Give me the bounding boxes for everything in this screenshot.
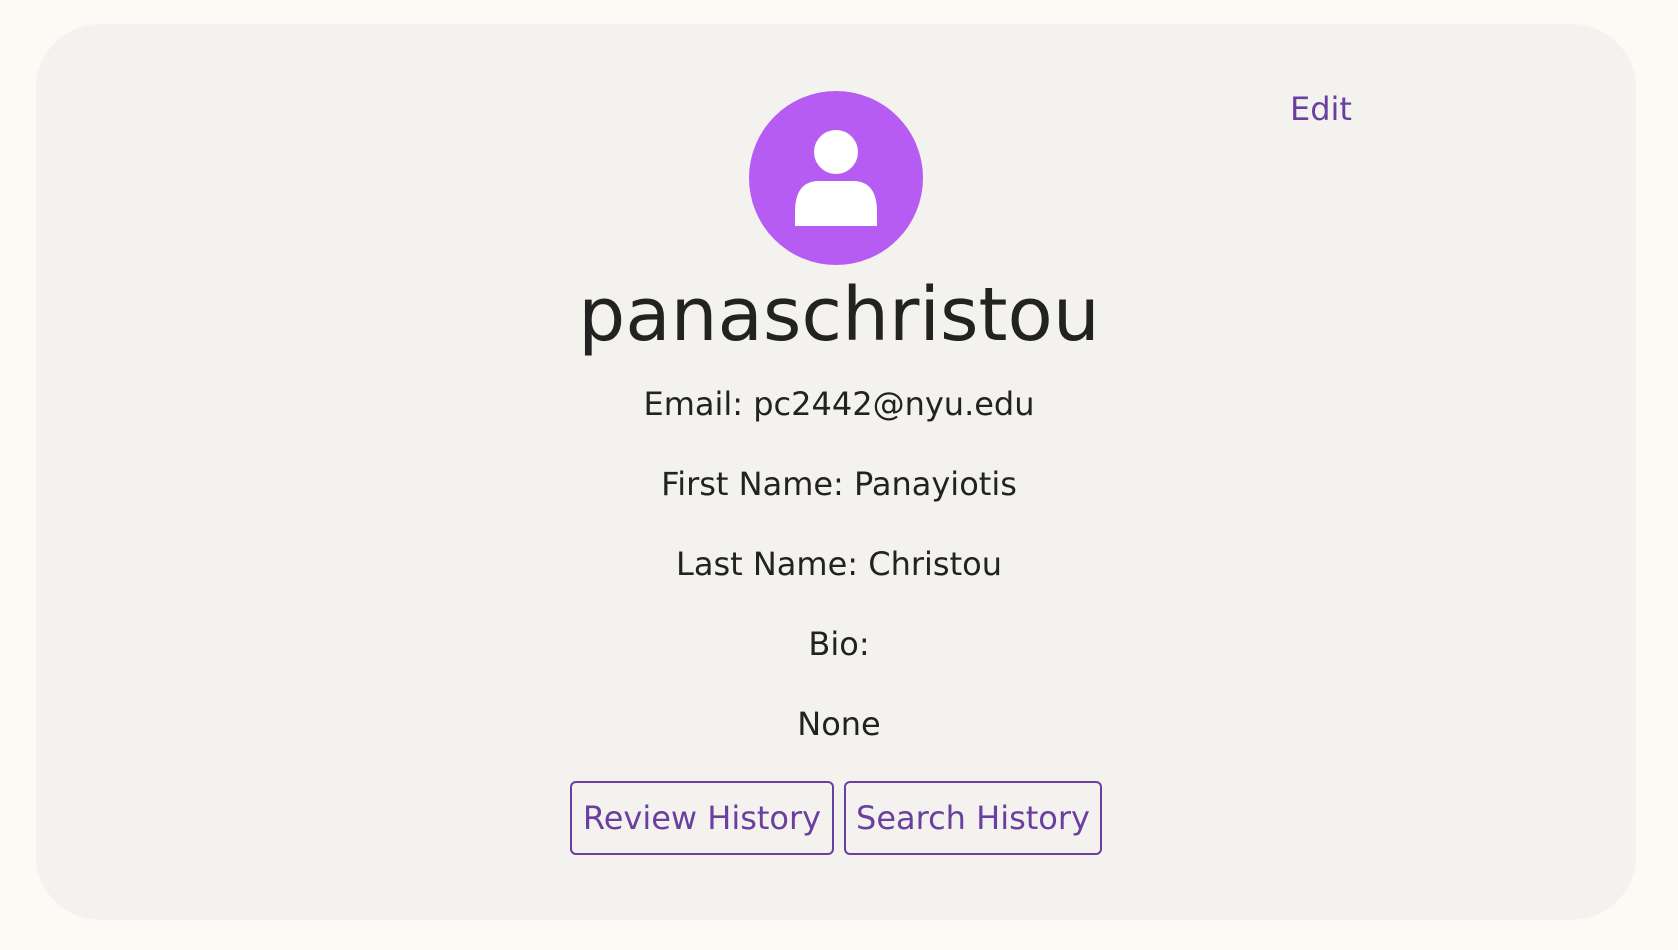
- last-name-line: Last Name: Christou: [676, 545, 1002, 583]
- search-history-button[interactable]: Search History: [844, 781, 1102, 855]
- review-history-button[interactable]: Review History: [570, 781, 834, 855]
- edit-link[interactable]: Edit: [1290, 90, 1352, 128]
- first-name-line: First Name: Panayiotis: [661, 465, 1017, 503]
- username-heading: panaschristou: [578, 272, 1100, 358]
- bio-label: Bio:: [808, 625, 870, 663]
- user-icon: [795, 130, 877, 226]
- email-line: Email: pc2442@nyu.edu: [643, 385, 1035, 423]
- bio-value: None: [797, 705, 881, 743]
- avatar: [749, 91, 923, 265]
